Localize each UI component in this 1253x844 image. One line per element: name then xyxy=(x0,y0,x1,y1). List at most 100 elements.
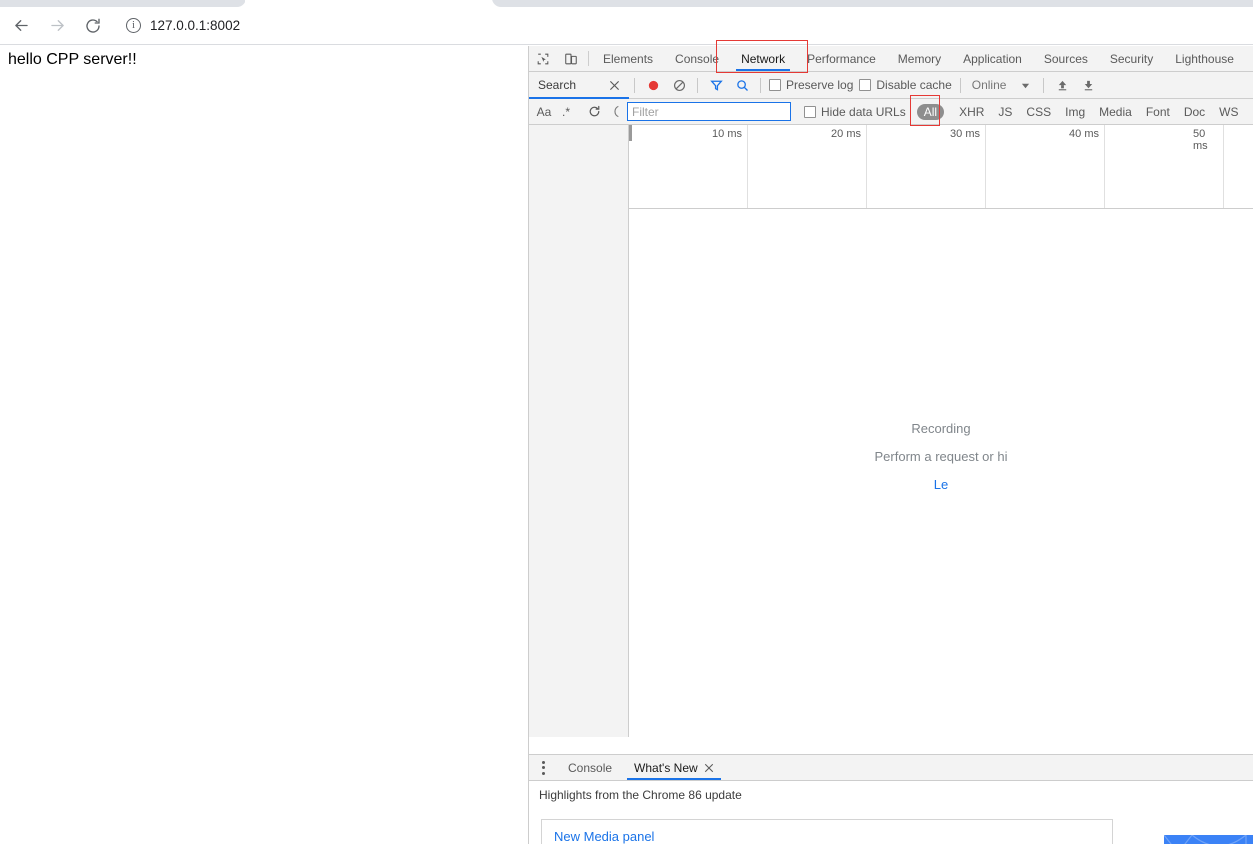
tab-console[interactable]: Console xyxy=(664,46,730,71)
tab-memory[interactable]: Memory xyxy=(887,46,952,71)
filter-type-doc-label: Doc xyxy=(1183,104,1206,119)
browser-tabstrip xyxy=(0,0,1253,7)
clear-button[interactable] xyxy=(666,72,692,98)
tab-performance[interactable]: Performance xyxy=(796,46,887,71)
whats-new-card[interactable]: New Media panel xyxy=(541,819,1113,844)
whats-new-card-image xyxy=(1164,835,1253,844)
export-har-icon xyxy=(1084,80,1093,90)
import-har-button[interactable] xyxy=(1049,72,1075,98)
inspect-element-button[interactable] xyxy=(529,46,557,71)
checkbox-box xyxy=(769,79,781,91)
page-viewport: hello CPP server!! xyxy=(0,46,528,844)
filter-type-css[interactable]: CSS xyxy=(1019,104,1058,120)
tab-application-label: Application xyxy=(963,51,1022,66)
whats-new-card-title[interactable]: New Media panel xyxy=(554,829,1100,844)
filter-type-css-label: CSS xyxy=(1026,104,1052,119)
ruler-tick-30ms: 30 ms xyxy=(950,128,980,140)
network-overview-timeline[interactable]: 10 ms 20 ms 30 ms 40 ms 50 ms xyxy=(629,125,1253,209)
reload-icon xyxy=(86,18,100,33)
browser-tab-inactive-right[interactable] xyxy=(492,0,1253,7)
reload-button[interactable] xyxy=(78,11,108,41)
more-options-icon xyxy=(541,766,545,769)
preserve-log-checkbox[interactable]: Preserve log xyxy=(766,78,856,92)
hide-data-urls-label: Hide data URLs xyxy=(821,104,906,119)
info-circle-icon[interactable]: i xyxy=(126,18,141,33)
close-icon[interactable] xyxy=(609,80,620,91)
toolbar-divider-3 xyxy=(760,77,761,93)
export-har-button[interactable] xyxy=(1075,72,1101,98)
filter-type-all[interactable]: All xyxy=(916,103,945,120)
close-icon[interactable] xyxy=(704,763,714,773)
hide-data-urls-checkbox[interactable]: Hide data URLs xyxy=(801,105,909,119)
match-case-label: Aa xyxy=(536,104,552,119)
devtools-drawer: Console What's New Highlights from the C… xyxy=(529,754,1253,844)
filter-type-img[interactable]: Img xyxy=(1058,104,1092,120)
device-toolbar-button[interactable] xyxy=(557,46,585,71)
drawer-tab-console-label: Console xyxy=(568,760,613,775)
filter-toggle-button[interactable] xyxy=(703,72,729,98)
forward-button[interactable] xyxy=(42,11,72,41)
import-har-icon xyxy=(1058,80,1067,90)
filter-type-js-label: JS xyxy=(998,104,1013,119)
address-bar[interactable]: i 127.0.0.1:8002 xyxy=(116,11,1243,40)
drawer-tab-whats-new-label: What's New xyxy=(634,760,698,775)
ruler-divider xyxy=(747,125,748,208)
browser-tab-active[interactable] xyxy=(245,0,492,7)
browser-tab-inactive-left[interactable] xyxy=(0,0,246,7)
checkbox-box xyxy=(859,79,872,91)
tab-lighthouse[interactable]: Lighthouse xyxy=(1164,46,1245,71)
filter-type-xhr[interactable]: XHR xyxy=(952,104,991,120)
address-bar-value: 127.0.0.1:8002 xyxy=(150,18,241,33)
regex-button[interactable]: .* xyxy=(555,101,577,123)
tab-elements-label: Elements xyxy=(603,51,654,66)
search-toggle-button[interactable] xyxy=(729,72,755,98)
search-sidebar[interactable] xyxy=(529,125,629,737)
media-panel-graphic-icon xyxy=(1164,835,1253,844)
refresh-icon xyxy=(589,105,599,117)
tab-security[interactable]: Security xyxy=(1099,46,1164,71)
more-options-button[interactable] xyxy=(529,755,557,780)
whats-new-subtitle: Highlights from the Chrome 86 update xyxy=(539,787,742,802)
filter-type-font-label: Font xyxy=(1145,104,1170,119)
toolbar-divider-2 xyxy=(697,77,698,93)
filter-type-manifest[interactable]: Manifest xyxy=(1246,104,1253,120)
empty-state-learn-more-link[interactable]: Le xyxy=(629,471,1253,499)
throttling-caret[interactable] xyxy=(1012,72,1038,98)
refresh-button[interactable] xyxy=(583,101,605,123)
drawer-tab-console[interactable]: Console xyxy=(557,755,623,780)
search-drawer-tab[interactable]: Search xyxy=(529,71,629,99)
ruler-tick-50ms: 50 ms xyxy=(1193,128,1208,152)
filter-type-font[interactable]: Font xyxy=(1139,104,1177,120)
filter-input[interactable] xyxy=(627,102,791,121)
empty-state-line2: Perform a request or hi xyxy=(874,449,1008,464)
tab-sources[interactable]: Sources xyxy=(1033,46,1099,71)
back-button[interactable] xyxy=(6,11,36,41)
record-button[interactable] xyxy=(640,72,666,98)
page-body-text: hello CPP server!! xyxy=(8,51,137,68)
toolbar-divider-4 xyxy=(959,77,961,93)
filter-type-doc[interactable]: Doc xyxy=(1177,104,1212,120)
clear-network-log-icon xyxy=(673,79,685,91)
match-case-button[interactable]: Aa xyxy=(533,101,555,123)
tab-network[interactable]: Network xyxy=(730,46,796,71)
disable-cache-checkbox[interactable]: Disable cache xyxy=(856,78,954,92)
filter-type-media[interactable]: Media xyxy=(1092,104,1139,120)
filter-type-js[interactable]: JS xyxy=(991,104,1019,120)
filter-funnel-icon xyxy=(709,80,723,91)
ruler-divider xyxy=(985,125,986,208)
partial-cut-icon[interactable] xyxy=(605,101,627,123)
filter-type-ws[interactable]: WS xyxy=(1212,104,1245,120)
tab-performance-label: Performance xyxy=(807,51,876,66)
drawer-tab-whats-new[interactable]: What's New xyxy=(623,755,725,780)
network-main: 10 ms 20 ms 30 ms 40 ms 50 ms Recording … xyxy=(629,125,1253,737)
tab-application[interactable]: Application xyxy=(952,46,1033,71)
tab-memory-label: Memory xyxy=(897,51,942,66)
inspect-element-icon xyxy=(537,53,549,64)
arrow-left-icon xyxy=(14,20,28,31)
tab-elements[interactable]: Elements xyxy=(592,46,664,71)
throttling-dropdown[interactable]: Online xyxy=(966,78,1013,92)
cut-off-icon xyxy=(614,105,619,118)
tabbar-divider xyxy=(588,51,589,66)
timeline-ruler: 10 ms 20 ms 30 ms 40 ms 50 ms xyxy=(629,125,1253,208)
disable-cache-label: Disable cache xyxy=(876,78,952,92)
